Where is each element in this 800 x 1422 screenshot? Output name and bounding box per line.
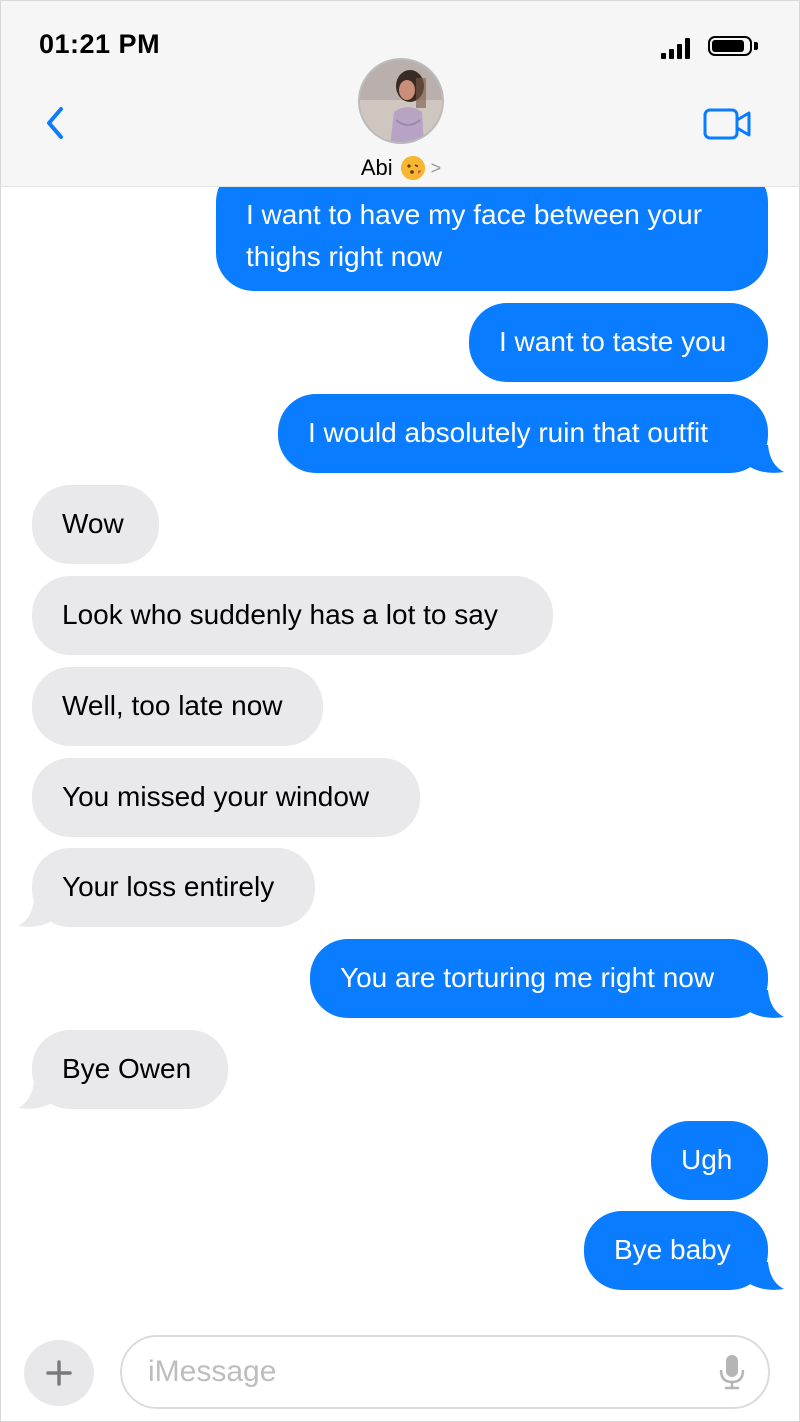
bubble-tail-sent [750, 990, 784, 1018]
back-button[interactable] [41, 105, 71, 141]
message-thread[interactable]: I want to have my face between your thig… [0, 187, 800, 1317]
message-composer: iMessage [0, 1318, 800, 1422]
message-bubble-sent[interactable]: Bye baby [584, 1211, 768, 1290]
message-bubble-received[interactable]: Wow [32, 485, 159, 564]
bubble-tail-received [18, 899, 52, 927]
message-bubble-received[interactable]: Your loss entirely [32, 848, 315, 927]
contact-name-row[interactable]: Abi > [1, 155, 800, 181]
status-time: 01:21 PM [39, 29, 161, 59]
message-text-line: thighs right now [246, 241, 443, 272]
add-attachment-button[interactable] [24, 1340, 94, 1406]
chevron-left-icon [47, 107, 63, 139]
cellular-signal-icon [661, 37, 691, 59]
kissing-face-emoji-icon [400, 156, 425, 180]
bubble-tail-received [18, 1081, 52, 1109]
message-text-line: I want to have my face between your [246, 199, 703, 230]
contact-avatar[interactable] [358, 58, 444, 144]
message-bubble-sent[interactable]: I would absolutely ruin that outfit [278, 394, 768, 473]
message-bubble-received[interactable]: Look who suddenly has a lot to say [32, 576, 553, 655]
message-input[interactable]: iMessage [120, 1335, 770, 1409]
message-bubble-sent[interactable]: You are torturing me right now [310, 939, 768, 1018]
battery-icon [708, 36, 760, 60]
message-bubble-received[interactable]: You missed your window [32, 758, 420, 837]
contact-name: Abi [360, 155, 393, 180]
message-bubble-sent[interactable]: I want to taste you [469, 303, 768, 382]
conversation-header: 01:21 PM Abi > [1, 1, 799, 187]
dictation-button[interactable] [718, 1353, 746, 1391]
message-input-placeholder: iMessage [148, 1355, 277, 1388]
microphone-icon [719, 1355, 745, 1390]
avatar-photo [360, 60, 442, 142]
video-camera-icon [703, 108, 751, 140]
bubble-tail-sent [750, 1262, 784, 1290]
plus-icon [46, 1360, 72, 1386]
message-bubble-received[interactable]: Bye Owen [32, 1030, 228, 1109]
video-call-button[interactable] [703, 107, 753, 141]
message-bubble-sent[interactable]: I want to have my face between your thig… [216, 187, 768, 291]
message-bubble-sent[interactable]: Ugh [651, 1121, 768, 1200]
chevron-right-icon: > [430, 158, 442, 178]
message-bubble-received[interactable]: Well, too late now [32, 667, 323, 746]
bubble-tail-sent [750, 445, 784, 473]
